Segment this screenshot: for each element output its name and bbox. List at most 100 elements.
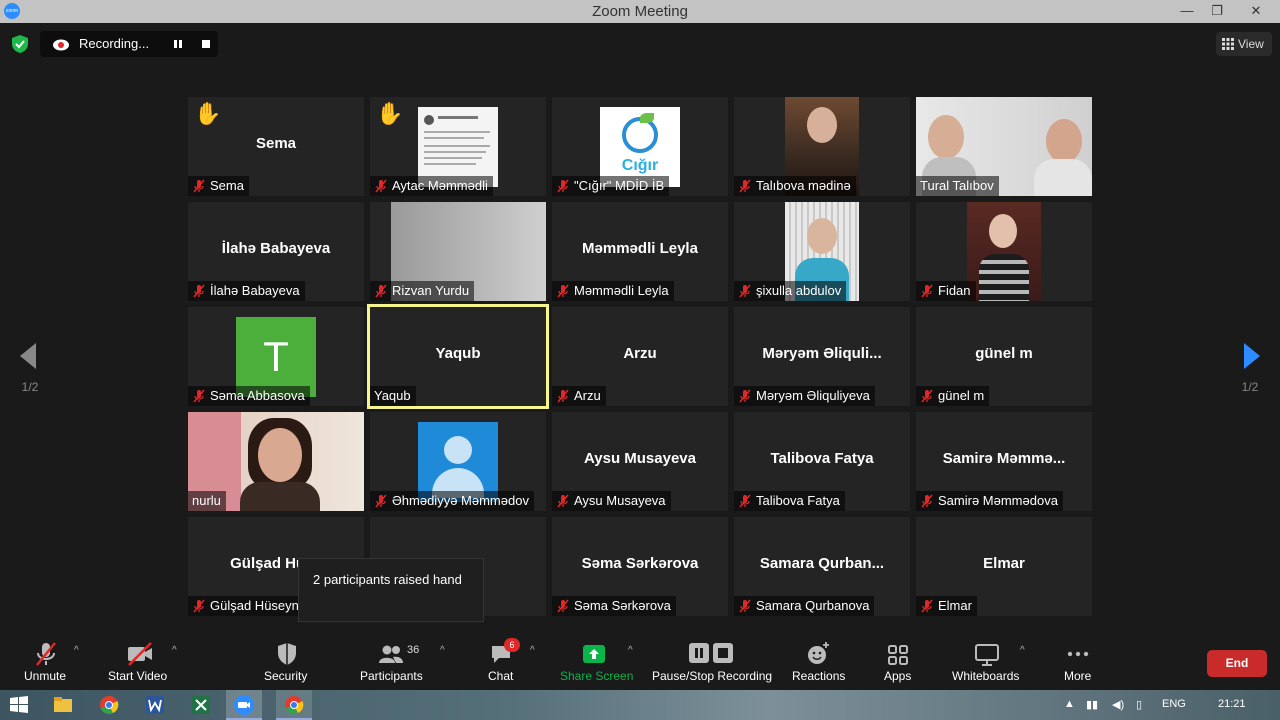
pause-recording-icon[interactable]: [170, 36, 186, 52]
end-meeting-button[interactable]: End: [1207, 650, 1267, 677]
chat-unread-badge: 6: [504, 638, 520, 652]
participant-display-name: Arzu: [623, 345, 657, 362]
share-screen-button[interactable]: Share Screen: [558, 633, 633, 690]
volume-icon[interactable]: ◀): [1112, 698, 1124, 711]
muted-mic-icon: [557, 599, 569, 613]
view-button[interactable]: View: [1216, 32, 1272, 56]
participant-name-label: Samara Qurbanova: [734, 596, 875, 616]
participants-button[interactable]: 36 Participants: [358, 633, 426, 690]
pause-stop-recording-button[interactable]: Pause/Stop Recording: [650, 633, 772, 690]
participant-tile[interactable]: Talibova Fatya Talibova Fatya: [734, 412, 910, 511]
participant-tile[interactable]: T Səma Abbasova: [188, 307, 364, 406]
participant-display-name: Talibova Fatya: [770, 450, 874, 467]
show-hidden-icons-icon[interactable]: ▲: [1064, 698, 1075, 710]
chat-button[interactable]: 6 Chat: [486, 633, 520, 690]
previous-page-arrow-icon[interactable]: [16, 341, 40, 371]
participant-tile[interactable]: Arzu Arzu: [552, 307, 728, 406]
meeting-toolbar: Unmute ^ Start Video ^ Security 36 Parti…: [0, 633, 1280, 690]
audio-options-caret[interactable]: ^: [74, 645, 79, 656]
participant-tile[interactable]: Elmar Elmar: [916, 517, 1092, 616]
muted-mic-icon: [557, 494, 569, 508]
participant-tile[interactable]: Samara Qurban... Samara Qurbanova: [734, 517, 910, 616]
participant-tile[interactable]: ✋ Aytac Məmmədli: [370, 97, 546, 196]
participants-options-caret[interactable]: ^: [440, 645, 445, 656]
chrome-icon[interactable]: [98, 694, 120, 716]
more-button[interactable]: More: [1062, 633, 1094, 690]
active-speaker-tile[interactable]: Yaqub Yaqub: [367, 304, 549, 409]
participant-name-label: nurlu: [188, 491, 226, 511]
participant-name-label: Səma Abbasova: [188, 386, 310, 406]
muted-mic-icon: [557, 179, 569, 193]
participant-tile[interactable]: günel m günel m: [916, 307, 1092, 406]
windows-start-icon[interactable]: [8, 694, 30, 716]
video-off-icon: [128, 642, 152, 666]
participant-name-label: "Cığır" MDİD İB: [552, 176, 670, 196]
title-bar: zoom Zoom Meeting — ❐ ✕: [0, 0, 1280, 23]
participant-tile[interactable]: şixulla abdulov: [734, 202, 910, 301]
file-explorer-icon[interactable]: [52, 694, 74, 716]
apps-button[interactable]: Apps: [882, 633, 914, 690]
default-avatar-icon: [418, 422, 498, 502]
participant-display-name: Aysu Musayeva: [583, 450, 696, 467]
start-video-button[interactable]: Start Video: [104, 633, 172, 690]
muted-mic-icon: [557, 389, 569, 403]
meeting-stage: Recording... View 1/2 1/2 ✋ Sema Sema ✋ …: [0, 23, 1280, 633]
recording-indicator: Recording...: [40, 31, 218, 57]
participant-name-label: Məryəm Əliquliyeva: [734, 386, 875, 406]
participants-count: 36: [407, 644, 420, 656]
excel-icon[interactable]: [190, 694, 212, 716]
participant-tile[interactable]: Məmmədli Leyla Məmmədli Leyla: [552, 202, 728, 301]
whiteboard-icon: [975, 644, 999, 666]
page-indicator-right: 1/2: [1241, 380, 1259, 394]
chat-options-caret[interactable]: ^: [530, 645, 535, 656]
network-icon[interactable]: ▮▮: [1086, 698, 1098, 711]
organization-logo: Cığır: [600, 107, 680, 187]
raised-hand-icon: ✋: [194, 101, 222, 126]
reactions-button[interactable]: Reactions: [790, 633, 846, 690]
whiteboards-button[interactable]: Whiteboards: [950, 633, 1024, 690]
participant-tile[interactable]: Cığır "Cığır" MDİD İB: [552, 97, 728, 196]
language-indicator[interactable]: ENG: [1162, 698, 1186, 710]
participant-tile[interactable]: Səma Sərkərova Səma Sərkərova: [552, 517, 728, 616]
participant-tile[interactable]: Əhmədiyyə Məmmədov: [370, 412, 546, 511]
minimize-button[interactable]: —: [1172, 0, 1202, 23]
participant-name-label: Rizvan Yurdu: [370, 281, 475, 301]
maximize-button[interactable]: ❐: [1202, 0, 1232, 23]
security-button[interactable]: Security: [262, 633, 312, 690]
participant-tile[interactable]: Fidan: [916, 202, 1092, 301]
participant-display-name: Samara Qurban...: [759, 555, 885, 572]
participant-display-name: Samirə Məmmə...: [942, 450, 1066, 467]
share-options-caret[interactable]: ^: [628, 645, 633, 656]
muted-mic-icon: [193, 389, 205, 403]
word-icon[interactable]: [144, 694, 166, 716]
participant-tile[interactable]: Talıbova mədinə: [734, 97, 910, 196]
chrome-taskbar-button[interactable]: [276, 690, 312, 720]
close-button[interactable]: ✕: [1232, 0, 1280, 23]
unmute-button[interactable]: Unmute: [20, 633, 72, 690]
muted-mic-icon: [739, 599, 751, 613]
participant-tile[interactable]: Məryəm Əliquli... Məryəm Əliquliyeva: [734, 307, 910, 406]
raised-hand-notification[interactable]: 2 participants raised hand: [298, 558, 484, 622]
participant-tile[interactable]: İlahə Babayeva İlahə Babayeva: [188, 202, 364, 301]
stop-recording-icon[interactable]: [198, 36, 214, 52]
participant-tile[interactable]: ✋ Sema Sema: [188, 97, 364, 196]
participant-tile[interactable]: Aysu Musayeva Aysu Musayeva: [552, 412, 728, 511]
participant-display-name: Yaqub: [435, 345, 481, 362]
participant-name-label: Əhmədiyyə Məmmədov: [370, 491, 534, 511]
whiteboards-options-caret[interactable]: ^: [1020, 645, 1025, 656]
video-options-caret[interactable]: ^: [172, 645, 177, 656]
participant-tile[interactable]: Rizvan Yurdu: [370, 202, 546, 301]
participant-display-name: Sema: [255, 135, 297, 152]
participant-tile[interactable]: Samirə Məmmə... Samirə Məmmədova: [916, 412, 1092, 511]
participant-tile[interactable]: nurlu: [188, 412, 364, 511]
zoom-taskbar-button[interactable]: [226, 690, 262, 720]
participant-tile[interactable]: Tural Talıbov: [916, 97, 1092, 196]
participant-name-label: Yaqub: [370, 386, 416, 406]
clock[interactable]: 21:21: [1218, 698, 1246, 710]
window-title: Zoom Meeting: [592, 3, 688, 20]
battery-icon[interactable]: ▯: [1136, 698, 1142, 711]
muted-mic-icon: [193, 284, 205, 298]
participant-display-name: günel m: [975, 345, 1033, 362]
next-page-arrow-icon[interactable]: [1240, 341, 1264, 371]
security-shield-icon[interactable]: [12, 35, 28, 53]
